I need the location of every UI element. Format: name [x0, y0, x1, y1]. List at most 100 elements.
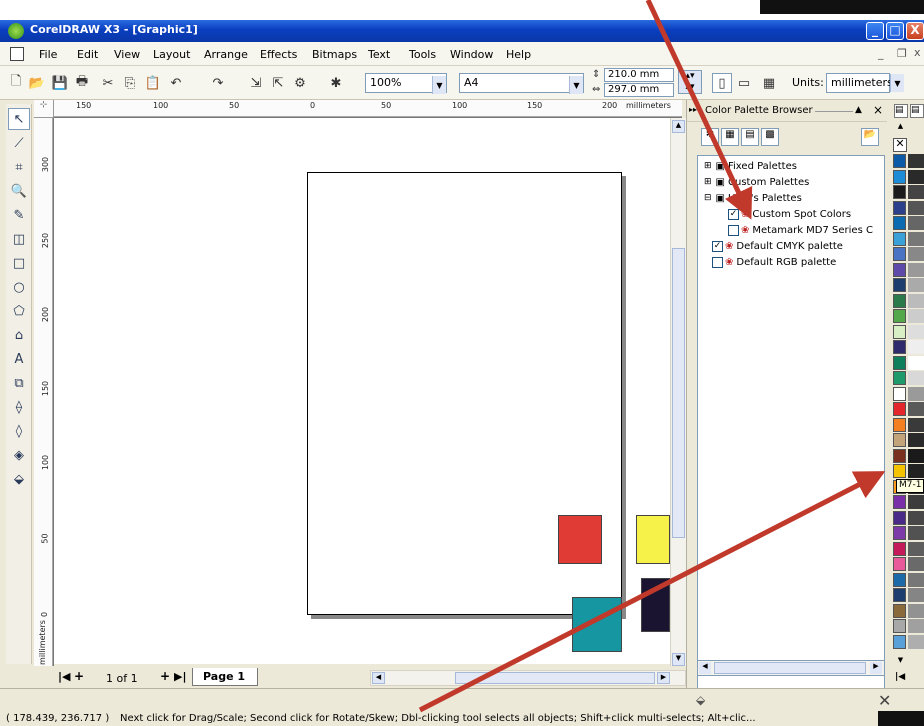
- page-layout-icon[interactable]: ▦: [759, 73, 779, 93]
- checkbox-unchecked[interactable]: [728, 224, 739, 236]
- horizontal-scrollbar[interactable]: ◀ ▶: [370, 670, 686, 686]
- pick-tool-icon[interactable]: ↖: [8, 108, 30, 130]
- color-swatch[interactable]: [908, 572, 924, 587]
- color-swatch[interactable]: [893, 185, 906, 199]
- vertical-scroll-thumb[interactable]: [672, 248, 685, 538]
- color-swatch[interactable]: [893, 371, 906, 385]
- color-swatch[interactable]: [893, 262, 906, 277]
- text-tool-icon[interactable]: A: [8, 348, 30, 370]
- tree-item-users-palettes[interactable]: ⊟ ▣ User's Palettes: [704, 190, 802, 206]
- welcome-screen-icon[interactable]: ✱: [326, 73, 346, 93]
- add-page-after-icon[interactable]: +: [160, 669, 170, 683]
- menu-window[interactable]: Window: [450, 48, 493, 61]
- tree-item-fixed-palettes[interactable]: ⊞ ▣ Fixed Palettes: [704, 158, 797, 174]
- color-swatch[interactable]: [908, 495, 924, 509]
- menu-arrange[interactable]: Arrange: [204, 48, 248, 61]
- freehand-tool-icon[interactable]: ✎: [8, 204, 30, 226]
- first-page-icon[interactable]: |◀: [58, 670, 70, 683]
- minimize-button[interactable]: _: [866, 22, 884, 40]
- tree-item-default-cmyk[interactable]: ✓ ❀ Default CMYK palette: [712, 238, 843, 254]
- tree-item-metamark-md7[interactable]: ❀ Metamark MD7 Series C: [728, 222, 873, 238]
- color-swatch[interactable]: [893, 603, 906, 618]
- vertical-scrollbar[interactable]: ▲ ▼: [670, 118, 686, 666]
- yellow-square[interactable]: [636, 515, 670, 564]
- units-combo[interactable]: millimeters: [826, 73, 893, 93]
- docker-grip[interactable]: [815, 111, 853, 112]
- new-from-selection-icon[interactable]: ▤: [741, 128, 759, 146]
- new-from-document-icon[interactable]: ▩: [761, 128, 779, 146]
- add-page-before-icon[interactable]: +: [74, 669, 84, 683]
- docker-close-icon[interactable]: ×: [873, 103, 883, 117]
- paper-height-input[interactable]: 297.0 mm: [604, 83, 674, 97]
- teal-square[interactable]: [572, 597, 622, 652]
- basic-shapes-icon[interactable]: ⌂: [8, 324, 30, 346]
- rectangle-tool-icon[interactable]: □: [8, 252, 30, 274]
- color-swatch[interactable]: [893, 293, 906, 308]
- color-swatch[interactable]: [908, 309, 924, 323]
- color-swatch[interactable]: [908, 417, 924, 432]
- color-swatch[interactable]: [908, 169, 924, 184]
- palette-options-icon-2[interactable]: ▤: [910, 104, 924, 118]
- menu-view[interactable]: View: [114, 48, 140, 61]
- no-color-swatch[interactable]: ✕: [893, 138, 907, 152]
- maximize-button[interactable]: □: [886, 22, 904, 40]
- color-swatch[interactable]: [893, 495, 906, 509]
- checkbox-checked[interactable]: ✓: [728, 208, 739, 220]
- smart-fill-icon[interactable]: ◫: [8, 228, 30, 250]
- zoom-tool-icon[interactable]: 🔍: [8, 180, 30, 202]
- import-icon[interactable]: ⇲: [246, 73, 266, 93]
- ruler-origin[interactable]: ⊹: [34, 100, 54, 118]
- color-swatch[interactable]: [908, 464, 924, 478]
- ellipse-tool-icon[interactable]: ○: [8, 276, 30, 298]
- outline-tool-icon[interactable]: ◊: [8, 420, 30, 442]
- vertical-ruler[interactable]: 300 250 200 150 100 50 0 millimeters: [34, 118, 54, 666]
- color-swatch[interactable]: [893, 154, 906, 168]
- color-swatch[interactable]: [908, 588, 924, 602]
- doc-minimize-icon[interactable]: _: [878, 47, 884, 60]
- landscape-icon[interactable]: ▭: [734, 73, 754, 93]
- fill-tool-icon[interactable]: ◈: [8, 444, 30, 466]
- red-square[interactable]: [558, 515, 602, 564]
- last-page-icon[interactable]: ▶|: [174, 670, 186, 683]
- eyedropper-icon[interactable]: ⟠: [8, 396, 30, 418]
- menu-effects[interactable]: Effects: [260, 48, 297, 61]
- color-swatch[interactable]: [893, 340, 906, 354]
- color-swatch[interactable]: [893, 247, 906, 261]
- color-swatch[interactable]: [893, 309, 906, 323]
- color-swatch[interactable]: [893, 417, 906, 432]
- document-icon[interactable]: [10, 47, 24, 61]
- collapse-icon[interactable]: ⊟: [704, 193, 712, 203]
- color-swatch[interactable]: [893, 231, 906, 246]
- color-swatch[interactable]: [893, 216, 906, 230]
- color-swatch[interactable]: [893, 200, 906, 215]
- export-icon[interactable]: ⇱: [268, 73, 288, 93]
- color-swatch[interactable]: [908, 603, 924, 618]
- checkbox-unchecked[interactable]: [712, 256, 723, 268]
- color-swatch[interactable]: [908, 216, 924, 230]
- menu-layout[interactable]: Layout: [153, 48, 190, 61]
- palette-editor-icon[interactable]: ▦: [721, 128, 739, 146]
- spin-arrows-icon[interactable]: ▴▾ ▴▾: [678, 70, 702, 94]
- docker-scroll-thumb[interactable]: [714, 662, 866, 674]
- open-palette-icon[interactable]: 📂: [861, 128, 879, 146]
- palette-scroll-up-icon[interactable]: ▲: [894, 122, 907, 134]
- polygon-tool-icon[interactable]: ⬠: [8, 300, 30, 322]
- new-icon[interactable]: 🗋: [6, 73, 26, 93]
- color-swatch[interactable]: [908, 541, 924, 556]
- copy-icon[interactable]: ⎘: [120, 73, 140, 93]
- color-swatch[interactable]: [893, 169, 906, 184]
- close-button[interactable]: X: [906, 22, 924, 40]
- tree-item-custom-palettes[interactable]: ⊞ ▣ Custom Palettes: [704, 174, 809, 190]
- docker-hscrollbar[interactable]: ◀ ▶: [697, 660, 885, 676]
- color-swatch[interactable]: [893, 526, 906, 540]
- color-swatch[interactable]: [893, 433, 906, 447]
- scroll-down-icon[interactable]: ▼: [672, 653, 685, 666]
- new-palette-icon[interactable]: ✱: [701, 128, 719, 146]
- color-swatch[interactable]: [908, 324, 924, 339]
- open-icon[interactable]: 📂: [27, 73, 47, 93]
- scroll-left-icon[interactable]: ◀: [699, 662, 711, 674]
- color-swatch[interactable]: [893, 510, 906, 525]
- color-swatch[interactable]: [893, 541, 906, 556]
- chevron-down-icon[interactable]: ▼: [432, 76, 446, 94]
- color-swatch[interactable]: [908, 526, 924, 540]
